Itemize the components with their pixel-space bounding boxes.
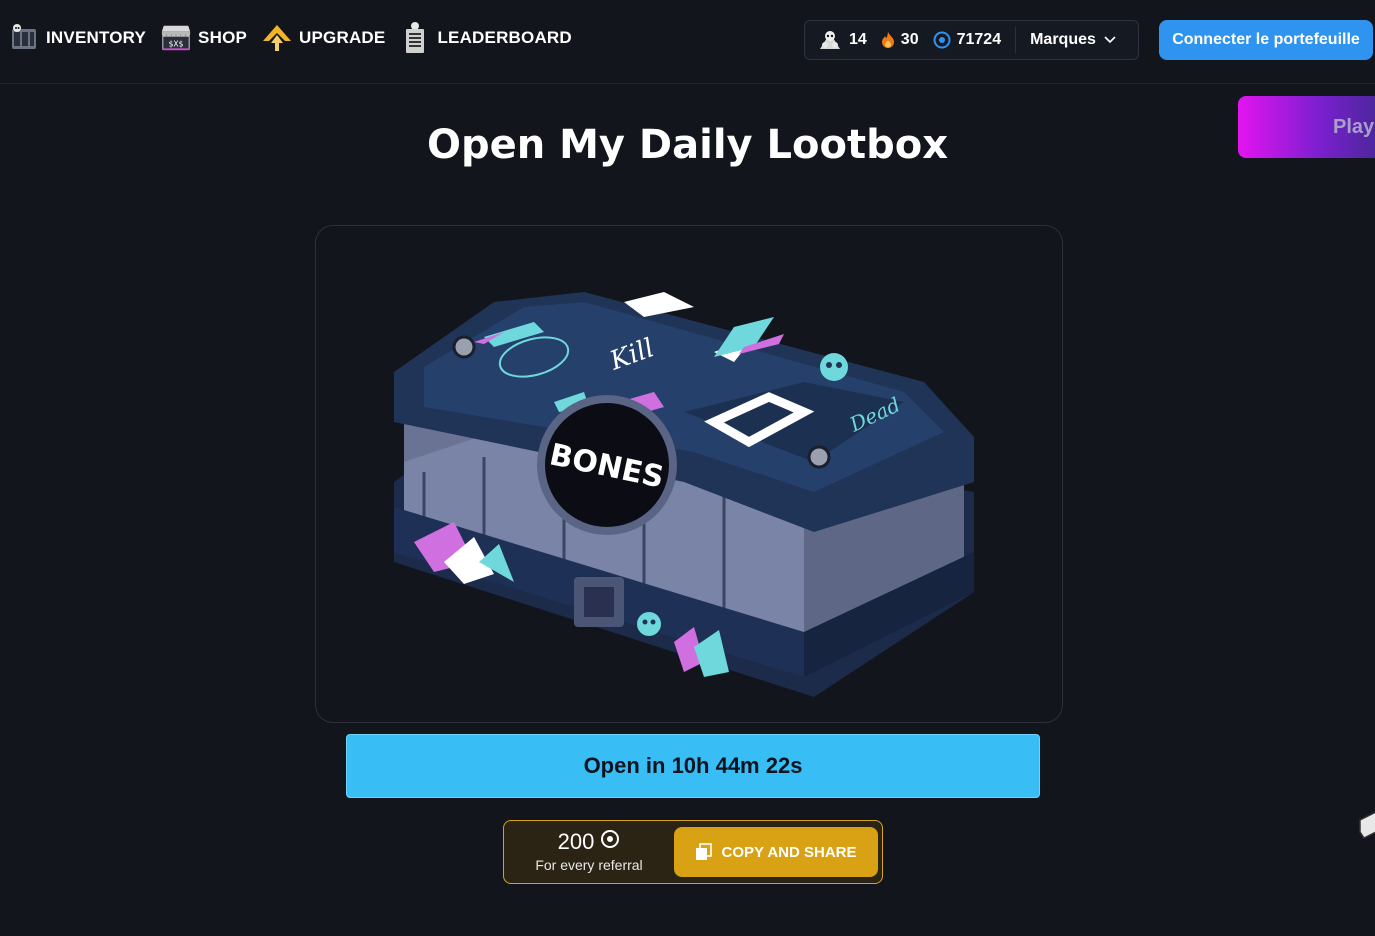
leaderboard-icon <box>399 22 431 54</box>
lootbox-chest-image[interactable]: Kill Dead BONES <box>384 262 984 702</box>
connect-wallet-button[interactable]: Connecter le portefeuille <box>1159 20 1373 60</box>
referral-panel: 200 For every referral COPY AND SHARE <box>503 820 883 884</box>
coin-icon <box>600 829 620 855</box>
coins-count: 71724 <box>956 31 1002 48</box>
main-nav: INVENTORY $X$ SHOP UPGRADE LEADERBOARD <box>8 18 586 58</box>
bones-stat: 14 <box>817 29 867 51</box>
coin-icon <box>933 31 951 49</box>
referral-reward: 200 <box>504 829 674 855</box>
coins-stat: 71724 <box>933 31 1002 49</box>
inventory-icon <box>8 22 40 54</box>
stats-divider <box>1015 27 1017 53</box>
nav-upgrade-label: UPGRADE <box>299 28 386 47</box>
fire-count: 30 <box>900 31 919 48</box>
referral-subtitle: For every referral <box>535 857 643 873</box>
nav-inventory-label: INVENTORY <box>46 28 147 47</box>
fire-stat: 30 <box>881 31 919 49</box>
lootbox-card: Kill Dead BONES <box>315 225 1063 723</box>
open-lootbox-button[interactable]: Open in 10h 44m 22s <box>346 734 1040 798</box>
bones-count: 14 <box>849 31 867 48</box>
nav-leaderboard-label: LEADERBOARD <box>437 28 572 47</box>
shop-icon: $X$ <box>160 22 192 54</box>
chevron-down-icon <box>1104 31 1116 49</box>
copy-and-share-label: COPY AND SHARE <box>721 843 857 861</box>
copy-and-share-button[interactable]: COPY AND SHARE <box>674 827 878 877</box>
upgrade-icon <box>261 22 293 54</box>
user-stats-bar: 14 30 71724 Marques <box>804 20 1139 60</box>
nav-inventory[interactable]: INVENTORY <box>8 22 146 54</box>
referral-amount: 200 <box>557 829 595 854</box>
floating-widget-icon[interactable] <box>1356 806 1375 840</box>
language-label: Marques <box>1030 31 1096 48</box>
nav-leaderboard[interactable]: LEADERBOARD <box>399 22 572 54</box>
copy-icon <box>695 843 713 861</box>
page-title: Open My Daily Lootbox <box>426 122 949 168</box>
svg-text:$X$: $X$ <box>169 39 184 48</box>
skull-pile-icon <box>817 29 843 51</box>
nav-upgrade[interactable]: UPGRADE <box>261 22 385 54</box>
nav-shop-label: SHOP <box>198 28 248 47</box>
top-header: INVENTORY $X$ SHOP UPGRADE LEADERBOARD 1… <box>0 0 1375 84</box>
language-select[interactable]: Marques <box>1030 31 1116 49</box>
fire-icon <box>881 31 895 49</box>
nav-shop[interactable]: $X$ SHOP <box>160 22 247 54</box>
